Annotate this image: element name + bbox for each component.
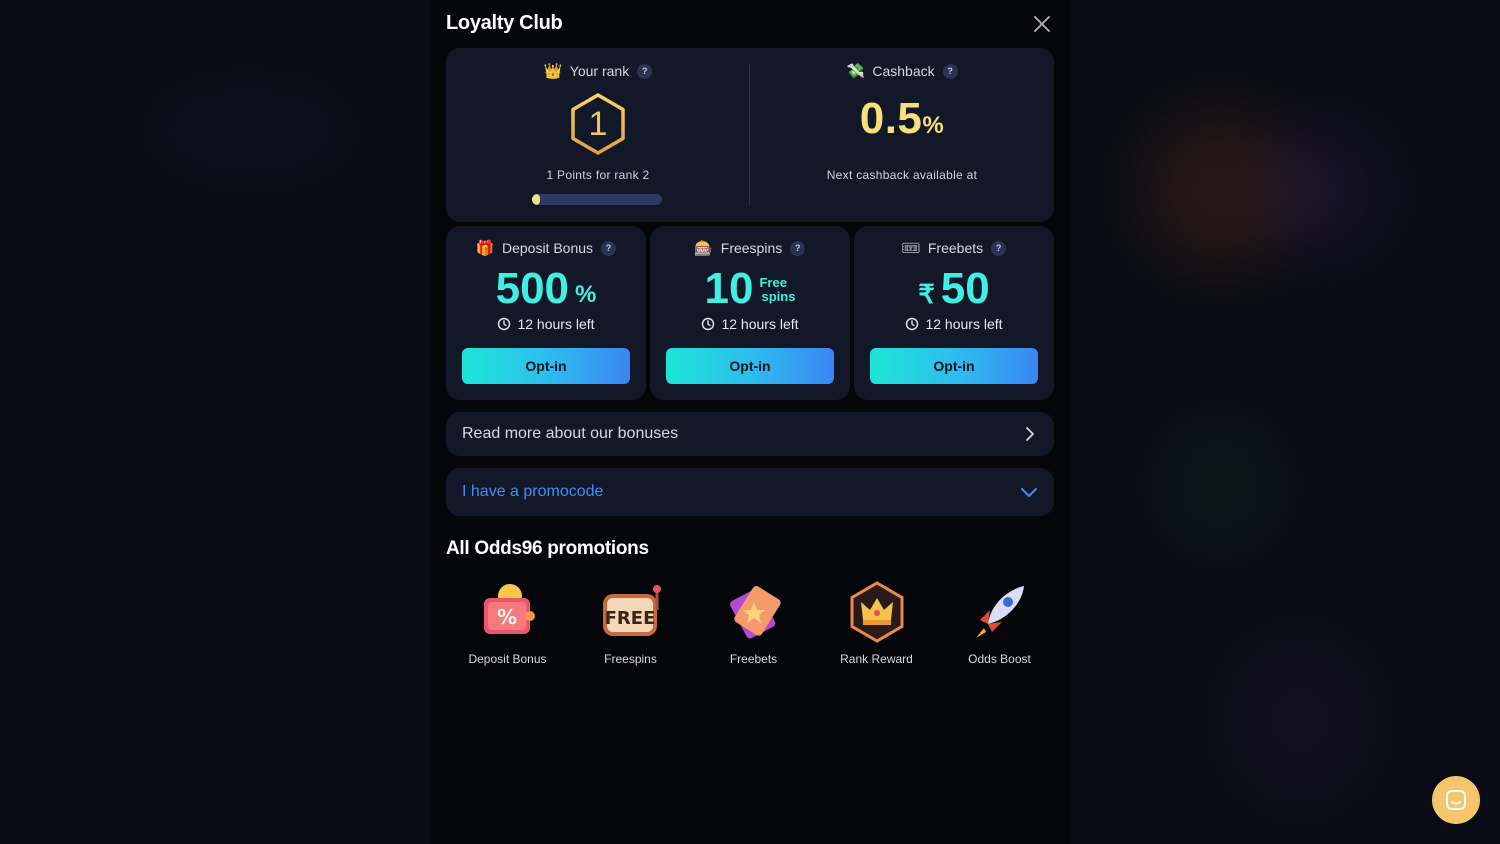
bonus-help-icon[interactable]: ? (601, 240, 617, 256)
bonus-timer-text: 12 hours left (721, 316, 799, 332)
svg-text:%: % (496, 605, 516, 629)
bonus-timer-text: 12 hours left (925, 316, 1003, 332)
loyalty-modal: Loyalty Club 👑 Your rank ? 1 1 Points fo… (430, 0, 1070, 844)
promotions-list: % Deposit Bonus FREE Freespins Freebets (446, 580, 1062, 666)
promotion-freebets[interactable]: Freebets (692, 580, 815, 666)
freebets-icon (729, 586, 781, 639)
clock-icon (498, 317, 511, 331)
bonus-label: Freebets (927, 240, 984, 256)
bonus-label: Freespins (720, 240, 783, 256)
promotion-rank-reward[interactable]: Rank Reward (815, 580, 938, 666)
stats-card: 👑 Your rank ? 1 1 Points for rank 2 💸 Ca… (446, 48, 1054, 222)
bonus-unit: % (575, 281, 597, 308)
bonus-unit: Free spins (759, 276, 795, 304)
chat-button[interactable] (1432, 776, 1480, 824)
bonus-label: Deposit Bonus (501, 240, 594, 256)
opt-in-button[interactable]: Opt-in (870, 348, 1038, 384)
rank-label: Your rank (569, 63, 630, 79)
read-more-label: Read more about our bonuses (462, 425, 679, 442)
ticket-icon: 🎟 (901, 239, 921, 257)
bonus-amount: 500 (495, 264, 570, 313)
bonus-timer-text: 12 hours left (517, 316, 595, 332)
chevron-down-icon (1021, 488, 1037, 497)
read-more-bonuses-link[interactable]: Read more about our bonuses (446, 412, 1054, 456)
money-icon: 💸 (846, 62, 865, 80)
promocode-label: I have a promocode (462, 483, 604, 500)
bonus-unit-line2: spins (761, 289, 796, 304)
cashback-label: Cashback (872, 63, 935, 79)
clock-icon (702, 317, 715, 331)
cashback-unit: % (922, 112, 945, 139)
promotion-label: Freespins (604, 652, 657, 666)
bonus-value: 500 % (446, 264, 646, 314)
promotions-title: All Odds96 promotions (446, 538, 649, 559)
promotion-freespins[interactable]: FREE Freespins (569, 580, 692, 666)
bonus-timer: 12 hours left (446, 316, 646, 332)
modal-header: Loyalty Club (446, 8, 1054, 40)
rank-reward-icon (850, 581, 903, 643)
close-button[interactable] (1030, 12, 1054, 36)
bonus-value: 10 Free spins (650, 264, 850, 314)
rank-section: 👑 Your rank ? 1 1 Points for rank 2 (446, 48, 750, 222)
promotion-deposit-bonus[interactable]: % Deposit Bonus (446, 580, 569, 666)
close-icon (1034, 16, 1050, 32)
bonus-amount: 50 (940, 264, 990, 313)
deposit-bonus-icon: % (483, 584, 535, 634)
gift-icon: 🎁 (475, 239, 495, 257)
cashback-value: 0.5% (750, 94, 1054, 144)
rank-help-icon[interactable]: ? (637, 63, 653, 79)
promotion-odds-boost[interactable]: Odds Boost (938, 580, 1061, 666)
promotion-label: Freebets (729, 652, 778, 666)
promotion-label: Odds Boost (968, 652, 1031, 666)
bonus-value: ₹ 50 (854, 264, 1054, 314)
freespins-icon: FREE (602, 585, 661, 636)
bonus-help-icon[interactable]: ? (991, 240, 1007, 256)
crown-icon: 👑 (543, 62, 563, 80)
freespins-card: 🎰 Freespins ? 10 Free spins 12 hours lef… (650, 226, 850, 400)
slot-machine-icon: 🎰 (694, 239, 714, 257)
freebets-card: 🎟 Freebets ? ₹ 50 12 hours left Opt-in (854, 226, 1054, 400)
promocode-toggle[interactable]: I have a promocode (446, 468, 1054, 516)
bonus-amount: 10 (704, 264, 754, 313)
cashback-next-text: Next cashback available at (826, 168, 978, 182)
cashback-number: 0.5 (859, 94, 923, 143)
chevron-right-icon (1026, 427, 1034, 441)
promotion-label: Deposit Bonus (468, 652, 547, 666)
bonus-help-icon[interactable]: ? (790, 240, 806, 256)
modal-title: Loyalty Club (446, 12, 563, 34)
bonus-currency: ₹ (918, 279, 935, 309)
bonus-timer: 12 hours left (854, 316, 1054, 332)
rank-progress-fill (532, 194, 540, 205)
rank-points-text: 1 Points for rank 2 (546, 168, 650, 182)
opt-in-button[interactable]: Opt-in (462, 348, 630, 384)
promotion-label: Rank Reward (840, 652, 913, 666)
bonus-timer: 12 hours left (650, 316, 850, 332)
cashback-help-icon[interactable]: ? (942, 63, 958, 79)
opt-in-button[interactable]: Opt-in (666, 348, 834, 384)
svg-text:FREE: FREE (604, 608, 655, 629)
rank-progress-bar (532, 194, 662, 205)
deposit-bonus-card: 🎁 Deposit Bonus ? 500 % 12 hours left Op… (446, 226, 646, 400)
rocket-icon (975, 586, 1024, 638)
clock-icon (906, 317, 919, 331)
rank-value: 1 (588, 104, 608, 143)
bonus-unit-line1: Free (759, 275, 787, 290)
chat-icon (1446, 790, 1466, 810)
cashback-section: 💸 Cashback ? 0.5% Next cashback availabl… (750, 48, 1054, 222)
